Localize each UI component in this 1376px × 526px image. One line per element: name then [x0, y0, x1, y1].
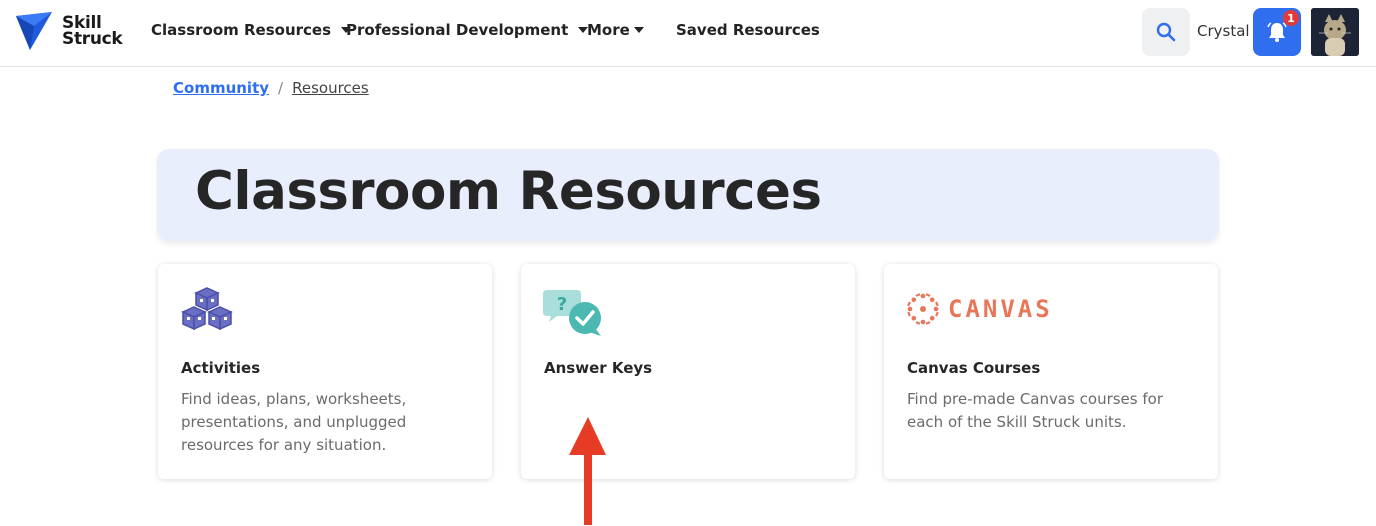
search-button[interactable] — [1142, 8, 1190, 56]
canvas-logo-icon — [907, 293, 939, 325]
breadcrumb-resources-link[interactable]: Resources — [292, 79, 369, 97]
red-arrow-up-icon — [569, 417, 606, 525]
nav-more-label: More — [587, 21, 630, 39]
nav-more[interactable]: More — [587, 21, 644, 39]
skill-struck-logo[interactable]: Skill Struck — [16, 12, 123, 50]
breadcrumb: Community / Resources — [173, 79, 369, 97]
card-title: Answer Keys — [544, 359, 653, 377]
caret-down-icon — [633, 27, 644, 33]
nav-saved-resources-label: Saved Resources — [676, 21, 820, 39]
svg-text:?: ? — [557, 294, 567, 315]
bell-icon — [1267, 22, 1287, 42]
card-activities[interactable]: Activities Find ideas, plans, worksheets… — [158, 264, 492, 479]
nav-saved-resources[interactable]: Saved Resources — [676, 21, 820, 39]
canvas-logo-text: CANVAS — [948, 295, 1053, 323]
nav-professional-development[interactable]: Professional Development — [346, 21, 589, 39]
page-hero-banner: Classroom Resources — [157, 149, 1219, 241]
card-title: Canvas Courses — [907, 359, 1041, 377]
skill-struck-logo-icon — [16, 12, 52, 50]
nav-professional-development-label: Professional Development — [346, 21, 569, 39]
cubes-icon — [181, 287, 233, 331]
breadcrumb-community-link[interactable]: Community — [173, 79, 269, 97]
canvas-logo: CANVAS — [906, 292, 1053, 326]
logo-wordmark: Skill Struck — [62, 15, 123, 49]
nav-classroom-resources-label: Classroom Resources — [151, 21, 332, 39]
breadcrumb-separator: / — [278, 79, 284, 97]
logo-line-2: Struck — [62, 29, 123, 49]
card-description: Find ideas, plans, worksheets, presentat… — [181, 390, 407, 454]
top-navbar: Skill Struck Classroom Resources Profess… — [0, 0, 1376, 67]
card-description: Find pre-made Canvas courses for each of… — [907, 390, 1163, 431]
cat-avatar-icon — [1311, 8, 1359, 56]
username[interactable]: Crystal — [1197, 22, 1250, 40]
question-check-bubbles-icon: ? — [543, 290, 601, 336]
card-canvas-courses[interactable]: CANVAS Canvas Courses Find pre-made Canv… — [884, 264, 1218, 479]
search-icon — [1156, 22, 1176, 42]
avatar[interactable] — [1311, 8, 1359, 56]
card-title: Activities — [181, 359, 261, 377]
notification-count-badge: 1 — [1283, 10, 1299, 26]
nav-classroom-resources[interactable]: Classroom Resources — [151, 21, 352, 39]
page-title: Classroom Resources — [195, 161, 822, 222]
